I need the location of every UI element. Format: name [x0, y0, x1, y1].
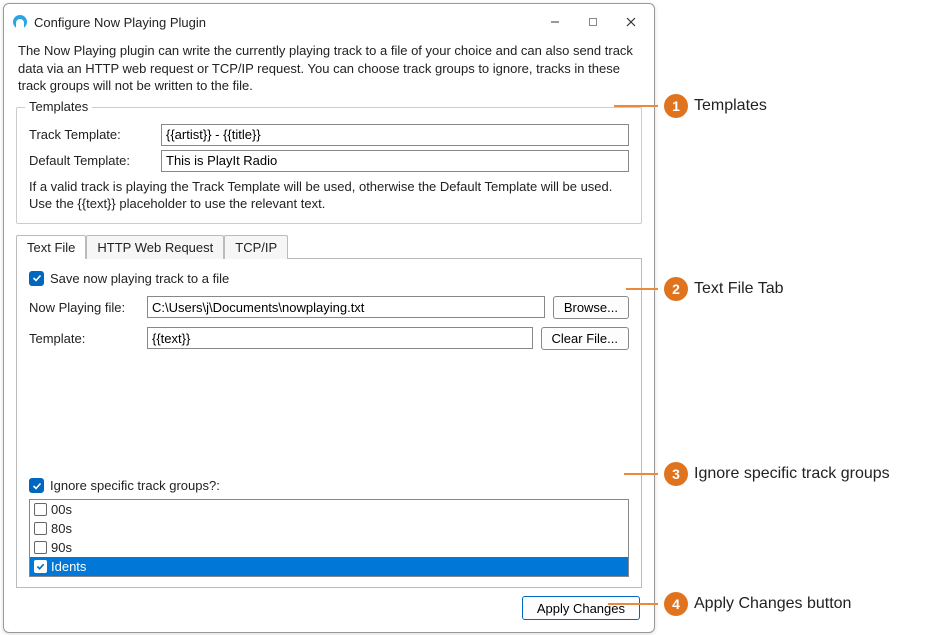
dialog-window: Configure Now Playing Plugin The Now Pla…: [3, 3, 655, 633]
list-item-checkbox[interactable]: [34, 522, 47, 535]
callout-line: [626, 288, 658, 290]
callout-badge: 4: [664, 592, 688, 616]
callout-3: 3 Ignore specific track groups: [624, 462, 890, 486]
track-template-input[interactable]: [161, 124, 629, 146]
template-input[interactable]: [147, 327, 533, 349]
callout-line: [624, 473, 658, 475]
save-to-file-checkbox[interactable]: [29, 271, 44, 286]
callout-label: Ignore specific track groups: [694, 465, 890, 483]
list-item-label: 90s: [51, 539, 72, 556]
callout-label: Text File Tab: [694, 280, 784, 298]
clear-file-button[interactable]: Clear File...: [541, 327, 629, 350]
callout-1: 1 Templates: [614, 94, 767, 118]
maximize-button[interactable]: [574, 10, 612, 34]
list-item[interactable]: 90s: [30, 538, 628, 557]
app-icon: [12, 14, 28, 30]
tab-http[interactable]: HTTP Web Request: [86, 235, 224, 259]
titlebar: Configure Now Playing Plugin: [4, 4, 654, 38]
default-template-label: Default Template:: [29, 153, 161, 168]
templates-group: Templates Track Template: Default Templa…: [16, 107, 642, 224]
now-playing-file-label: Now Playing file:: [29, 300, 139, 315]
templates-hint: If a valid track is playing the Track Te…: [29, 178, 629, 213]
tabs-container: Text File HTTP Web Request TCP/IP Save n…: [16, 234, 642, 588]
ignore-section: Ignore specific track groups?: 00s 80s 9…: [29, 476, 629, 577]
tab-tcpip[interactable]: TCP/IP: [224, 235, 288, 259]
now-playing-file-input[interactable]: [147, 296, 545, 318]
window-title: Configure Now Playing Plugin: [34, 15, 536, 30]
save-to-file-label: Save now playing track to a file: [50, 271, 229, 286]
list-item[interactable]: 80s: [30, 519, 628, 538]
list-item-checkbox[interactable]: [34, 541, 47, 554]
template-label: Template:: [29, 331, 139, 346]
callout-label: Templates: [694, 97, 767, 115]
close-button[interactable]: [612, 10, 650, 34]
intro-text: The Now Playing plugin can write the cur…: [4, 38, 654, 103]
callout-line: [608, 603, 658, 605]
callout-label: Apply Changes button: [694, 595, 851, 613]
track-template-label: Track Template:: [29, 127, 161, 142]
ignore-groups-checkbox[interactable]: [29, 478, 44, 493]
list-item-checkbox[interactable]: [34, 560, 47, 573]
list-item-checkbox[interactable]: [34, 503, 47, 516]
minimize-button[interactable]: [536, 10, 574, 34]
browse-button[interactable]: Browse...: [553, 296, 629, 319]
ignore-listbox[interactable]: 00s 80s 90s Idents: [29, 499, 629, 577]
list-item-label: 00s: [51, 501, 72, 518]
tab-strip: Text File HTTP Web Request TCP/IP: [16, 235, 642, 259]
list-item-label: Idents: [51, 558, 86, 575]
callout-badge: 3: [664, 462, 688, 486]
tab-body-text-file: Save now playing track to a file Now Pla…: [16, 258, 642, 588]
list-item[interactable]: Idents: [30, 557, 628, 576]
callout-line: [614, 105, 658, 107]
callout-badge: 2: [664, 277, 688, 301]
list-item-label: 80s: [51, 520, 72, 537]
tab-text-file[interactable]: Text File: [16, 235, 86, 259]
callout-badge: 1: [664, 94, 688, 118]
templates-legend: Templates: [25, 99, 92, 114]
default-template-input[interactable]: [161, 150, 629, 172]
ignore-groups-label: Ignore specific track groups?:: [50, 478, 220, 493]
list-item[interactable]: 00s: [30, 500, 628, 519]
callout-2: 2 Text File Tab: [626, 277, 784, 301]
callout-4: 4 Apply Changes button: [608, 592, 851, 616]
dialog-footer: Apply Changes: [4, 588, 654, 632]
